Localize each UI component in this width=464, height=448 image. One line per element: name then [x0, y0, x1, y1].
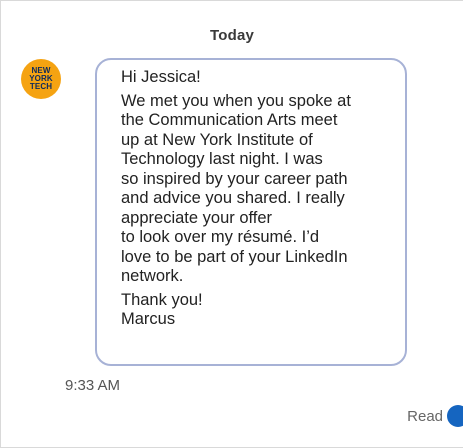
message-greeting: Hi Jessica! — [121, 68, 201, 86]
message-closing: Thank you! Marcus — [121, 290, 203, 329]
message-bubble[interactable]: Hi Jessica! We met you when you spoke at… — [95, 58, 407, 366]
date-divider: Today — [209, 27, 255, 44]
sender-avatar[interactable]: NEW YORK TECH — [21, 59, 61, 99]
read-label: Read — [407, 407, 443, 425]
message-body: We met you when you spoke at the Communi… — [121, 91, 351, 286]
read-indicator-icon — [447, 405, 463, 427]
read-receipt: Read — [407, 405, 463, 427]
avatar-line-3: TECH — [29, 82, 53, 91]
chat-window: Today NEW YORK TECH Hi Jessica! We met y… — [0, 0, 463, 448]
message-timestamp: 9:33 AM — [65, 377, 121, 394]
